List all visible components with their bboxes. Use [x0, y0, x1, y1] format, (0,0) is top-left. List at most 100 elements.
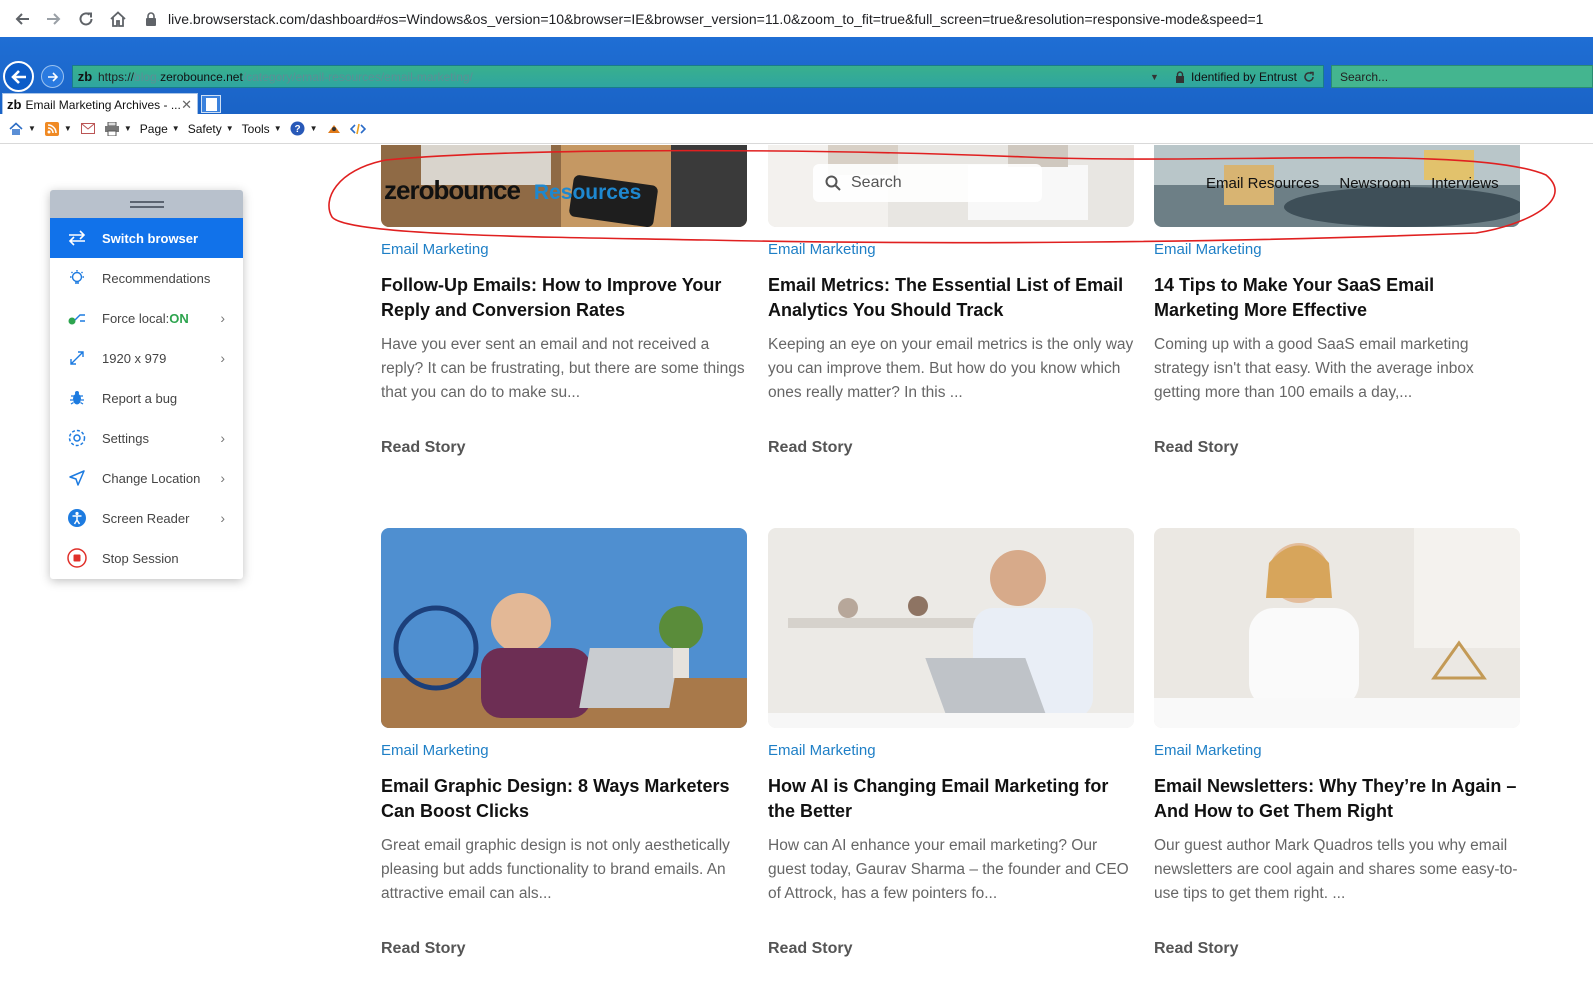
- stop-session-button[interactable]: Stop Session: [50, 538, 243, 578]
- back-arrow-icon[interactable]: [6, 3, 38, 35]
- article-category[interactable]: Email Marketing: [768, 742, 1134, 762]
- omnibox-url: live.browserstack.com/dashboard#os=Windo…: [168, 10, 1264, 27]
- read-story-link[interactable]: Read Story: [1154, 940, 1520, 958]
- nav-interviews[interactable]: Interviews: [1431, 175, 1499, 192]
- force-local-button[interactable]: Force local: ON ›: [50, 298, 243, 338]
- padlock-icon: [1175, 70, 1184, 83]
- house-icon: [8, 121, 24, 137]
- research-button[interactable]: [326, 121, 342, 137]
- local-icon: [65, 306, 89, 330]
- stop-icon: [65, 546, 89, 570]
- read-story-link[interactable]: Read Story: [381, 940, 747, 958]
- logo-resources: Resources: [533, 181, 642, 204]
- screen-reader-button[interactable]: Screen Reader ›: [50, 498, 243, 538]
- ie-tab-active[interactable]: zb Email Marketing Archives - ... ✕: [2, 93, 198, 115]
- article-excerpt: How can AI enhance your email marketing?…: [768, 837, 1129, 902]
- feeds-dropdown-icon[interactable]: ▼: [64, 124, 72, 133]
- url-subdomain: blog.: [134, 69, 161, 84]
- change-location-button[interactable]: Change Location ›: [50, 458, 243, 498]
- svg-text:?: ?: [295, 124, 301, 135]
- article-card-6[interactable]: Email Marketing Email Newsletters: Why T…: [1154, 528, 1520, 958]
- ie-command-bar: ▼ ▼ ▼ Page ▼ Safety ▼ Tools ▼ ? ▼: [0, 114, 1593, 144]
- switch-browser-button[interactable]: Switch browser: [50, 218, 243, 258]
- read-story-link[interactable]: Read Story: [381, 439, 747, 457]
- article-excerpt: Coming up with a good SaaS email marketi…: [1154, 336, 1474, 401]
- resolution-button[interactable]: 1920 x 979 ›: [50, 338, 243, 378]
- article-title[interactable]: How AI is Changing Email Marketing for t…: [768, 774, 1134, 824]
- accessibility-icon: [65, 506, 89, 530]
- recommendations-button[interactable]: Recommendations: [50, 258, 243, 298]
- article-title[interactable]: Follow-Up Emails: How to Improve Your Re…: [381, 273, 747, 323]
- help-button[interactable]: ? ▼: [290, 121, 318, 137]
- recommendations-label: Recommendations: [102, 270, 211, 286]
- new-tab-icon: [205, 97, 217, 111]
- settings-label: Settings: [102, 430, 149, 446]
- tab-favicon-icon: zb: [7, 97, 22, 112]
- zerobounce-favicon-icon: zb: [77, 69, 93, 84]
- resolution-label: 1920 x 979: [102, 350, 167, 366]
- dev-tools-button[interactable]: [349, 121, 366, 137]
- search-icon: [825, 175, 841, 191]
- report-bug-button[interactable]: Report a bug: [50, 378, 243, 418]
- article-category[interactable]: Email Marketing: [381, 742, 747, 762]
- mail-button[interactable]: [80, 121, 96, 137]
- article-category[interactable]: Email Marketing: [1154, 241, 1520, 261]
- help-icon: ?: [290, 121, 306, 137]
- site-logo[interactable]: zerobounce Resources: [384, 175, 641, 206]
- article-title[interactable]: Email Newsletters: Why They’re In Again …: [1154, 774, 1520, 824]
- article-category[interactable]: Email Marketing: [1154, 742, 1520, 762]
- drag-handle-icon: [129, 200, 164, 208]
- printer-icon: [104, 121, 120, 137]
- article-image[interactable]: [381, 528, 747, 728]
- safety-menu-label: Safety: [187, 121, 222, 136]
- site-identity[interactable]: ▼ Identified by Entrust: [1150, 70, 1315, 84]
- new-tab-button[interactable]: [201, 95, 221, 113]
- article-card-5[interactable]: Email Marketing How AI is Changing Email…: [768, 528, 1134, 958]
- tools-menu[interactable]: Tools ▼: [242, 122, 282, 136]
- chevron-right-icon: ›: [220, 510, 225, 526]
- article-title[interactable]: Email Graphic Design: 8 Ways Marketers C…: [381, 774, 747, 824]
- read-story-link[interactable]: Read Story: [768, 940, 1134, 958]
- page-menu[interactable]: Page ▼: [140, 122, 180, 136]
- omnibox[interactable]: live.browserstack.com/dashboard#os=Windo…: [142, 10, 1263, 28]
- ie-search-box[interactable]: Search...: [1331, 65, 1593, 88]
- read-story-link[interactable]: Read Story: [768, 439, 1134, 457]
- site-search-input[interactable]: Search: [813, 164, 1042, 202]
- drag-handle[interactable]: [50, 190, 243, 218]
- identity-text: Identified by Entrust: [1190, 69, 1297, 84]
- print-button[interactable]: ▼: [104, 121, 132, 137]
- switch-browser-label: Switch browser: [102, 230, 199, 246]
- print-dropdown-icon[interactable]: ▼: [124, 124, 132, 133]
- chevron-right-icon: ›: [220, 430, 225, 446]
- browserstack-panel: Switch browser Recommendations Force loc…: [50, 190, 243, 579]
- article-image[interactable]: [1154, 528, 1520, 728]
- article-image[interactable]: [768, 528, 1134, 728]
- home-button[interactable]: ▼: [8, 121, 36, 137]
- safety-menu[interactable]: Safety ▼: [188, 122, 234, 136]
- chevron-right-icon: ›: [220, 350, 225, 366]
- nav-newsroom[interactable]: Newsroom: [1339, 175, 1411, 192]
- refresh-icon[interactable]: [1303, 71, 1315, 83]
- ie-back-button[interactable]: [3, 61, 34, 92]
- change-location-label: Change Location: [102, 470, 201, 486]
- feeds-button[interactable]: ▼: [44, 121, 72, 137]
- nav-email-resources[interactable]: Email Resources: [1206, 175, 1319, 192]
- article-category[interactable]: Email Marketing: [381, 241, 747, 261]
- ie-forward-button[interactable]: [41, 65, 64, 88]
- forward-arrow-icon[interactable]: [38, 3, 70, 35]
- settings-button[interactable]: Settings ›: [50, 418, 243, 458]
- home-icon[interactable]: [102, 3, 134, 35]
- article-title[interactable]: Email Metrics: The Essential List of Ema…: [768, 273, 1134, 323]
- reload-icon[interactable]: [70, 3, 102, 35]
- read-story-link[interactable]: Read Story: [1154, 439, 1520, 457]
- url-domain: zerobounce.net: [160, 69, 243, 84]
- address-dropdown-icon[interactable]: ▼: [1150, 72, 1159, 82]
- help-dropdown-icon[interactable]: ▼: [310, 124, 318, 133]
- article-category[interactable]: Email Marketing: [768, 241, 1134, 261]
- ie-address-bar[interactable]: zb https:// blog. zerobounce.net /catego…: [72, 65, 1324, 88]
- switch-icon: [65, 226, 89, 250]
- tab-close-icon[interactable]: ✕: [181, 97, 192, 113]
- article-title[interactable]: 14 Tips to Make Your SaaS Email Marketin…: [1154, 273, 1520, 323]
- article-card-4[interactable]: Email Marketing Email Graphic Design: 8 …: [381, 528, 747, 958]
- home-dropdown-icon[interactable]: ▼: [28, 124, 36, 133]
